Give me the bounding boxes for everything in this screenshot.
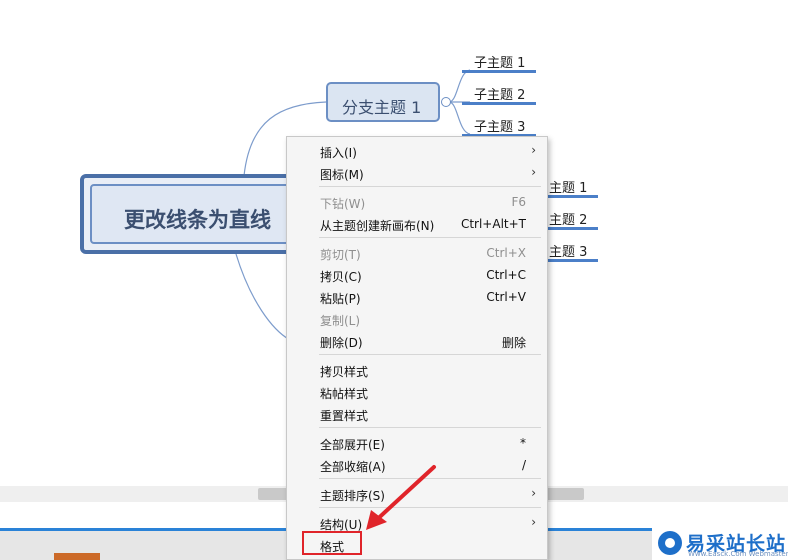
subtopic-lower-3[interactable]: 主题 3: [549, 241, 587, 260]
menu-item-label: 主题排序(S): [320, 489, 385, 503]
menu-item-label: 删除(D): [320, 336, 363, 350]
subtopic-lower-1[interactable]: 主题 1: [549, 177, 587, 196]
menu-item-paste[interactable]: 粘贴(P) Ctrl+V: [288, 286, 546, 308]
watermark-subtitle: Www.Easck.Com Webmaster: [688, 550, 788, 558]
menu-item-copy-style[interactable]: 拷贝样式: [288, 359, 546, 381]
menu-item-label: 剪切(T): [320, 248, 361, 262]
menu-separator: [319, 237, 541, 238]
subtopic-underline: [462, 102, 536, 105]
subtopic-underline: [548, 259, 598, 262]
menu-separator: [319, 427, 541, 428]
watermark: 易采站长站 Www.Easck.Com Webmaster: [652, 526, 788, 560]
menu-item-label: 图标(M): [320, 168, 364, 182]
subtopic-upper-2[interactable]: 子主题 2: [474, 84, 525, 103]
menu-item-new-sheet[interactable]: 从主题创建新画布(N) Ctrl+Alt+T: [288, 213, 546, 235]
menu-separator: [319, 507, 541, 508]
menu-item-icon[interactable]: 图标(M) ›: [288, 162, 546, 184]
menu-item-label: 插入(I): [320, 146, 357, 160]
logo-icon: [658, 531, 682, 555]
menu-item-label: 下钻(W): [320, 197, 366, 211]
menu-item-delete[interactable]: 删除(D) 删除: [288, 330, 546, 352]
menu-item-paste-style[interactable]: 粘帖样式: [288, 381, 546, 403]
menu-item-sort-topics[interactable]: 主题排序(S) ›: [288, 483, 546, 505]
menu-item-shortcut: F6: [511, 195, 526, 209]
menu-item-label: 粘贴(P): [320, 292, 361, 306]
menu-item-label: 复制(L): [320, 314, 361, 328]
format-highlight-box: [302, 531, 362, 555]
menu-item-shortcut: /: [521, 458, 526, 472]
menu-item-shortcut: Ctrl+X: [486, 246, 526, 260]
sheet-tab[interactable]: [54, 553, 100, 560]
menu-separator: [319, 186, 541, 187]
branch-topic-text: 分支主题 1: [342, 98, 422, 117]
chevron-right-icon: ›: [531, 165, 536, 179]
menu-item-shortcut: Ctrl+Alt+T: [460, 217, 526, 231]
subtopic-lower-2[interactable]: 主题 2: [549, 209, 587, 228]
menu-separator: [319, 478, 541, 479]
collapse-toggle[interactable]: [441, 97, 451, 107]
subtopic-underline: [462, 70, 536, 73]
menu-item-label: 全部展开(E): [320, 438, 385, 452]
chevron-right-icon: ›: [531, 486, 536, 500]
menu-item-duplicate[interactable]: 复制(L): [288, 308, 546, 330]
menu-item-label: 重置样式: [320, 409, 369, 423]
menu-item-shortcut: 删除: [501, 336, 526, 350]
chevron-right-icon: ›: [531, 515, 536, 529]
menu-item-insert[interactable]: 插入(I) ›: [288, 140, 546, 162]
subtopic-upper-3[interactable]: 子主题 3: [474, 116, 525, 135]
menu-item-expand-all[interactable]: 全部展开(E) *: [288, 432, 546, 454]
central-topic[interactable]: 更改线条为直线: [80, 174, 310, 254]
menu-item-label: 从主题创建新画布(N): [320, 219, 435, 233]
subtopic-underline: [548, 227, 598, 230]
menu-item-shortcut: *: [520, 436, 526, 450]
menu-item-label: 粘帖样式: [320, 387, 369, 401]
menu-item-drill-down[interactable]: 下钻(W) F6: [288, 191, 546, 213]
menu-item-label: 全部收缩(A): [320, 460, 386, 474]
chevron-right-icon: ›: [531, 143, 536, 157]
menu-separator: [319, 354, 541, 355]
subtopic-upper-1[interactable]: 子主题 1: [474, 52, 525, 71]
branch-topic[interactable]: 分支主题 1: [326, 82, 440, 122]
menu-item-shortcut: Ctrl+C: [486, 268, 526, 282]
menu-item-shortcut: Ctrl+V: [486, 290, 526, 304]
menu-item-reset-style[interactable]: 重置样式: [288, 403, 546, 425]
menu-item-collapse-all[interactable]: 全部收缩(A) /: [288, 454, 546, 476]
menu-item-label: 拷贝(C): [320, 270, 362, 284]
menu-item-copy[interactable]: 拷贝(C) Ctrl+C: [288, 264, 546, 286]
subtopic-underline: [548, 195, 598, 198]
menu-item-label: 拷贝样式: [320, 365, 369, 379]
context-menu: 插入(I) › 图标(M) › 下钻(W) F6 从主题创建新画布(N) Ctr…: [286, 136, 548, 560]
menu-item-cut[interactable]: 剪切(T) Ctrl+X: [288, 242, 546, 264]
central-topic-text: 更改线条为直线: [124, 208, 271, 232]
